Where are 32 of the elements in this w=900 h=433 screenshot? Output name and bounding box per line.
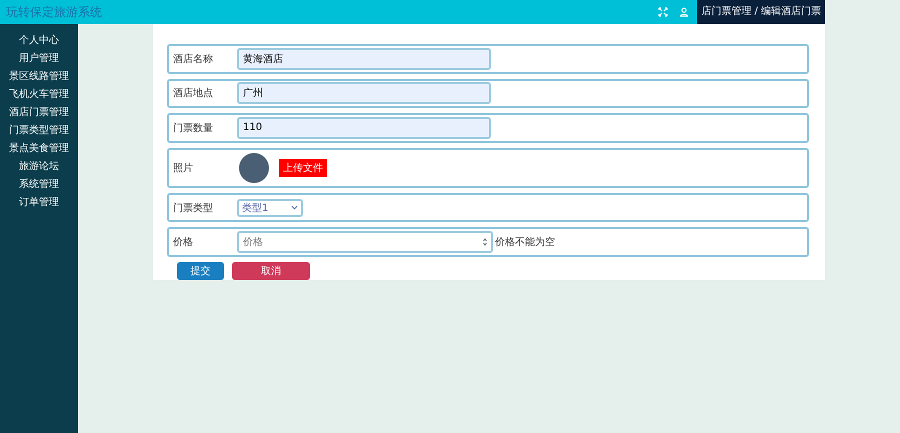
field-label: 酒店名称 <box>173 52 214 66</box>
cancel-button[interactable]: 取消 <box>232 262 310 280</box>
input-field[interactable]: 110 <box>237 116 491 139</box>
field-label: 价格 <box>173 236 194 250</box>
input-field[interactable]: 广州 <box>237 82 491 104</box>
upload-button[interactable]: 上传文件 <box>279 158 327 177</box>
photo-placeholder <box>239 152 269 183</box>
sidebar-item[interactable]: 个人中心 <box>19 34 59 47</box>
field-label: 门票数量 <box>173 122 214 135</box>
sidebar-item[interactable]: 景区线路管理 <box>9 70 69 83</box>
sidebar-item[interactable]: 旅游论坛 <box>19 160 59 173</box>
error-message: 价格不能为空 <box>495 236 555 250</box>
sidebar-item[interactable]: 订单管理 <box>19 196 59 209</box>
sidebar-item[interactable]: 系统管理 <box>19 178 59 191</box>
submit-button[interactable]: 提交 <box>177 262 224 280</box>
caret-icon <box>291 205 298 210</box>
field-label: 酒店地点 <box>173 86 214 100</box>
type-select[interactable]: 类型1 <box>237 198 303 217</box>
sidebar-item[interactable]: 飞机火车管理 <box>9 88 69 101</box>
price-field[interactable]: 价格 <box>237 231 493 254</box>
breadcrumb: 店门票管理 / 编辑酒店门票 <box>697 0 825 24</box>
sidebar-item[interactable]: 景点美食管理 <box>9 142 69 155</box>
field-label: 门票类型 <box>173 202 214 215</box>
sidebar-item[interactable]: 门票类型管理 <box>9 124 69 137</box>
user-icon[interactable] <box>679 7 690 17</box>
field-label: 照片 <box>173 162 194 175</box>
sidebar-item[interactable]: 酒店门票管理 <box>9 106 69 119</box>
spinner-icon <box>483 238 487 246</box>
input-field[interactable]: 黄海酒店 <box>237 48 491 70</box>
sidebar-item[interactable]: 用户管理 <box>19 52 59 65</box>
app-title: 玩转保定旅游系统 <box>5 4 103 20</box>
expand-icon[interactable] <box>658 7 668 17</box>
